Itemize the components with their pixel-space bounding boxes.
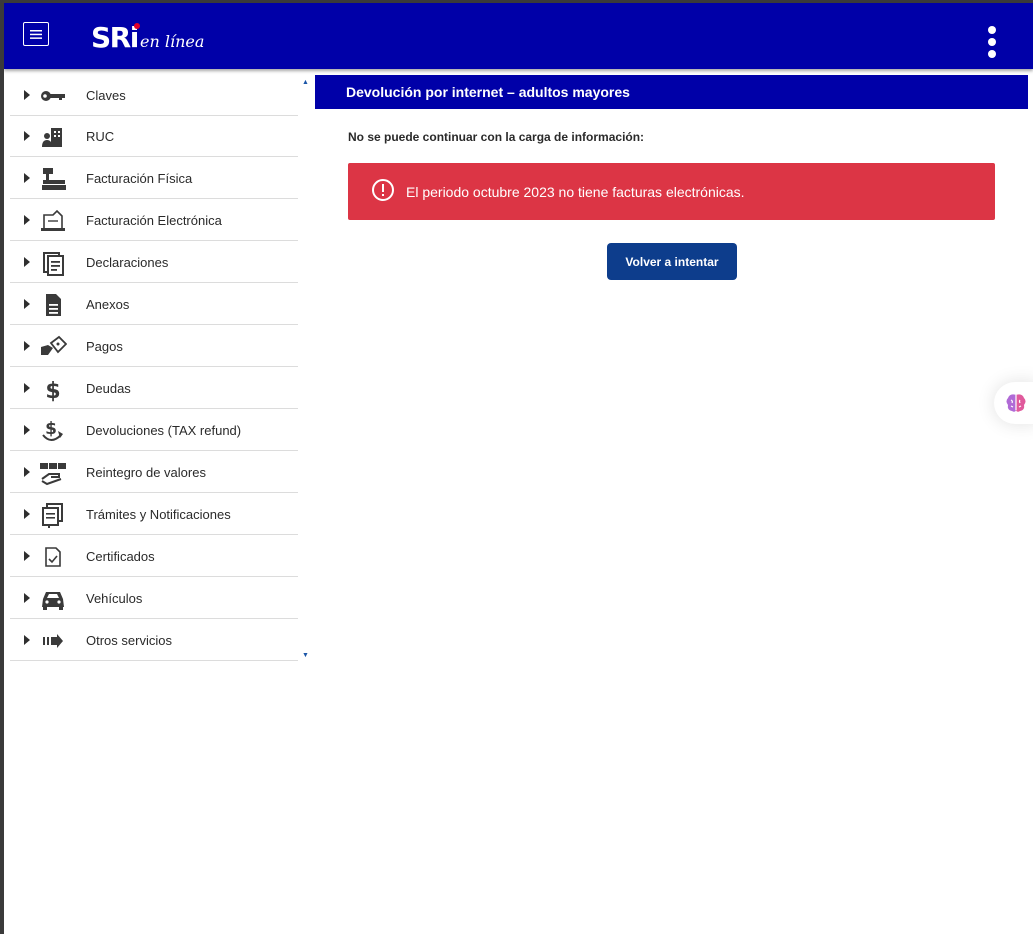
error-alert: El periodo octubre 2023 no tiene factura…	[348, 163, 995, 220]
caret-right-icon	[24, 383, 30, 393]
sidebar-item-pagos[interactable]: Pagos	[10, 326, 298, 367]
scroll-down-icon[interactable]: ▼	[302, 652, 309, 659]
exclamation-circle-icon	[372, 179, 394, 201]
caret-right-icon	[24, 257, 30, 267]
sidebar-item-deudas[interactable]: $ Deudas	[10, 368, 298, 409]
menu-toggle-button[interactable]	[23, 22, 49, 46]
caret-right-icon	[24, 509, 30, 519]
sidebar-item-facturacion-electronica[interactable]: Facturación Electrónica	[10, 200, 298, 241]
caret-right-icon	[24, 341, 30, 351]
certificate-icon	[45, 547, 61, 567]
building-user-icon	[42, 128, 62, 147]
sidebar-item-otros-servicios[interactable]: Otros servicios	[10, 620, 298, 661]
kebab-dot	[988, 50, 996, 58]
page-title: Devolución por internet – adultos mayore…	[346, 84, 630, 100]
sidebar-item-label: Reintegro de valores	[86, 465, 206, 480]
hand-money-icon	[41, 335, 67, 355]
dollar-return-icon: $	[42, 419, 63, 441]
hand-cards-icon	[40, 463, 66, 486]
sidebar-item-label: Declaraciones	[86, 255, 169, 270]
logo-text: SRi	[91, 21, 139, 54]
message-label: No se puede continuar con la carga de in…	[348, 130, 645, 144]
caret-right-icon	[24, 593, 30, 603]
laptop-invoice-icon	[41, 209, 65, 231]
sidebar-item-label: Claves	[86, 88, 126, 103]
ai-assistant-button[interactable]	[994, 382, 1033, 424]
cash-register-icon	[42, 168, 66, 190]
sidebar-item-label: Vehículos	[86, 591, 143, 606]
sidebar-item-label: Deudas	[86, 381, 131, 396]
dollar-icon: $	[45, 379, 60, 403]
caret-right-icon	[24, 173, 30, 183]
documents-icon	[42, 503, 63, 528]
sidebar-item-facturacion-fisica[interactable]: Facturación Física	[10, 158, 298, 199]
caret-right-icon	[24, 131, 30, 141]
sidebar-item-label: Facturación Física	[86, 171, 193, 186]
arrow-right-bars-icon	[43, 634, 63, 648]
scroll-up-icon[interactable]: ▲	[302, 79, 309, 86]
kebab-dot	[988, 38, 996, 46]
sidebar-item-devoluciones[interactable]: $ Devoluciones (TAX refund)	[10, 410, 298, 451]
retry-button[interactable]: Volver a intentar	[607, 243, 737, 280]
caret-right-icon	[24, 425, 30, 435]
car-icon	[42, 592, 64, 610]
caret-right-icon	[24, 215, 30, 225]
caret-right-icon	[24, 299, 30, 309]
sidebar-item-claves[interactable]: Claves	[10, 75, 298, 116]
hamburger-icon	[30, 29, 42, 39]
document-lines-icon	[43, 252, 64, 276]
key-icon	[41, 91, 65, 101]
top-bar: SRi en línea	[4, 3, 1033, 69]
file-text-icon	[46, 294, 61, 316]
sidebar-item-label: Trámites y Notificaciones	[86, 507, 231, 522]
page-title-bar: Devolución por internet – adultos mayore…	[315, 75, 1028, 109]
sidebar-item-label: RUC	[86, 129, 115, 144]
sidebar-item-label: Otros servicios	[86, 633, 172, 648]
caret-right-icon	[24, 551, 30, 561]
caret-right-icon	[24, 635, 30, 645]
svg-text:$: $	[45, 419, 57, 439]
caret-right-icon	[24, 467, 30, 477]
sidebar-item-label: Devoluciones (TAX refund)	[86, 423, 242, 438]
sidebar-item-reintegro[interactable]: Reintegro de valores	[10, 452, 298, 493]
sidebar-item-label: Anexos	[86, 297, 130, 312]
sidebar-item-label: Pagos	[86, 339, 123, 354]
sidebar-item-label: Facturación Electrónica	[86, 213, 222, 228]
sidebar-item-declaraciones[interactable]: Declaraciones	[10, 242, 298, 283]
sidebar-item-ruc[interactable]: RUC	[10, 116, 298, 157]
more-options-button[interactable]	[980, 24, 1004, 60]
sidebar-menu: ▲ Claves RUC Facturación Física Facturac…	[10, 75, 309, 665]
logo-tagline: en línea	[140, 32, 205, 51]
sidebar-item-anexos[interactable]: Anexos	[10, 284, 298, 325]
alert-message: El periodo octubre 2023 no tiene factura…	[406, 184, 745, 200]
svg-text:$: $	[45, 379, 60, 403]
caret-right-icon	[24, 90, 30, 100]
logo-accent-dot	[134, 23, 140, 29]
sidebar-item-certificados[interactable]: Certificados	[10, 536, 298, 577]
kebab-dot	[988, 26, 996, 34]
sidebar-item-vehiculos[interactable]: Vehículos	[10, 578, 298, 619]
brain-icon	[1006, 394, 1026, 412]
app-window: SRi en línea ▲ Claves RUC Facturación Fí…	[4, 3, 1033, 934]
sidebar-item-label: Certificados	[86, 549, 155, 564]
sidebar-item-tramites[interactable]: Trámites y Notificaciones	[10, 494, 298, 535]
